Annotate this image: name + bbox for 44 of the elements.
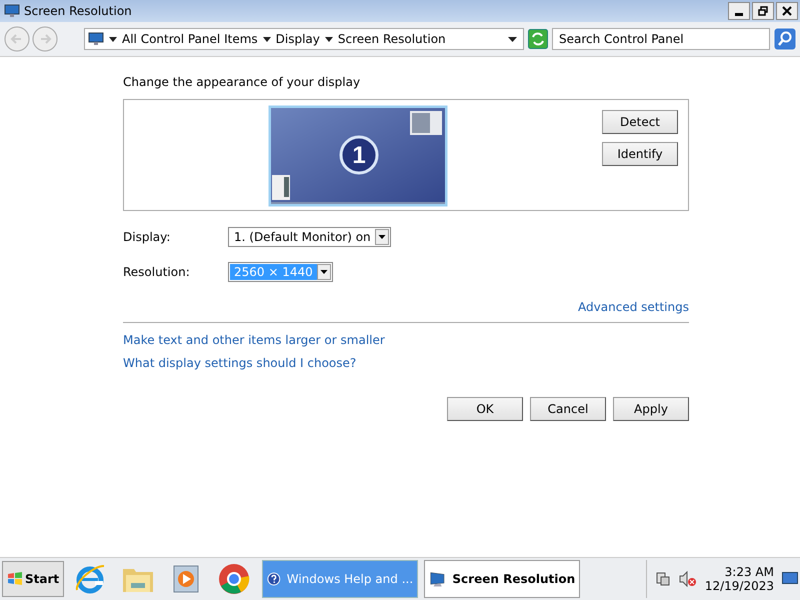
taskbar-button[interactable]: Screen Resolution (424, 560, 580, 598)
help-link[interactable]: What display settings should I choose? (123, 356, 356, 370)
cancel-button[interactable]: Cancel (530, 397, 606, 421)
ok-button[interactable]: OK (447, 397, 523, 421)
muted-speaker-icon[interactable] (678, 571, 697, 587)
caret-icon[interactable] (109, 36, 117, 42)
chrome-icon[interactable] (217, 562, 252, 596)
help-link[interactable]: Make text and other items larger or smaller (123, 333, 385, 347)
minimize-button[interactable] (728, 2, 750, 20)
windows-logo-icon (7, 572, 23, 586)
monitor-icon (4, 4, 20, 18)
breadcrumb[interactable]: All Control Panel Items (122, 32, 258, 46)
field-label: Display: (123, 230, 172, 244)
clock-time: 3:23 AM (724, 565, 774, 579)
search-icon[interactable] (774, 28, 796, 50)
address-bar[interactable]: All Control Panel Items Display Screen Resolution (84, 28, 524, 50)
dropdown[interactable]: 1. (Default Monitor) on (228, 227, 391, 247)
detect-button[interactable]: Detect (602, 110, 678, 134)
close-icon (782, 6, 792, 16)
apply-button[interactable]: Apply (613, 397, 689, 421)
caret-icon[interactable] (316, 264, 331, 280)
monitor-icon (88, 32, 104, 46)
clock-date: 12/19/2023 (704, 579, 774, 593)
caret-icon[interactable] (324, 36, 333, 42)
refresh-button[interactable] (528, 29, 548, 49)
start-button[interactable]: Start (2, 561, 64, 597)
breadcrumb[interactable]: Screen Resolution (338, 32, 446, 46)
close-button[interactable] (776, 2, 798, 20)
minimize-icon (735, 12, 743, 16)
monitor-preview[interactable]: 1 (268, 105, 448, 207)
network-icon[interactable] (654, 571, 671, 587)
caret-icon[interactable] (508, 36, 517, 42)
caret-icon[interactable] (374, 229, 389, 245)
restore-button[interactable] (752, 2, 774, 20)
show-desktop-icon[interactable] (782, 572, 798, 586)
identify-button[interactable]: Identify (602, 142, 678, 166)
breadcrumb[interactable]: Display (276, 32, 320, 46)
advanced-settings-link[interactable]: Advanced settings (578, 300, 689, 314)
window-title: Screen Resolution (24, 4, 132, 18)
search-field[interactable]: Search Control Panel (552, 28, 770, 50)
field-label: Resolution: (123, 265, 191, 279)
section-heading: Change the appearance of your display (123, 75, 362, 89)
caret-icon[interactable] (262, 36, 271, 42)
restore-icon (758, 6, 768, 16)
